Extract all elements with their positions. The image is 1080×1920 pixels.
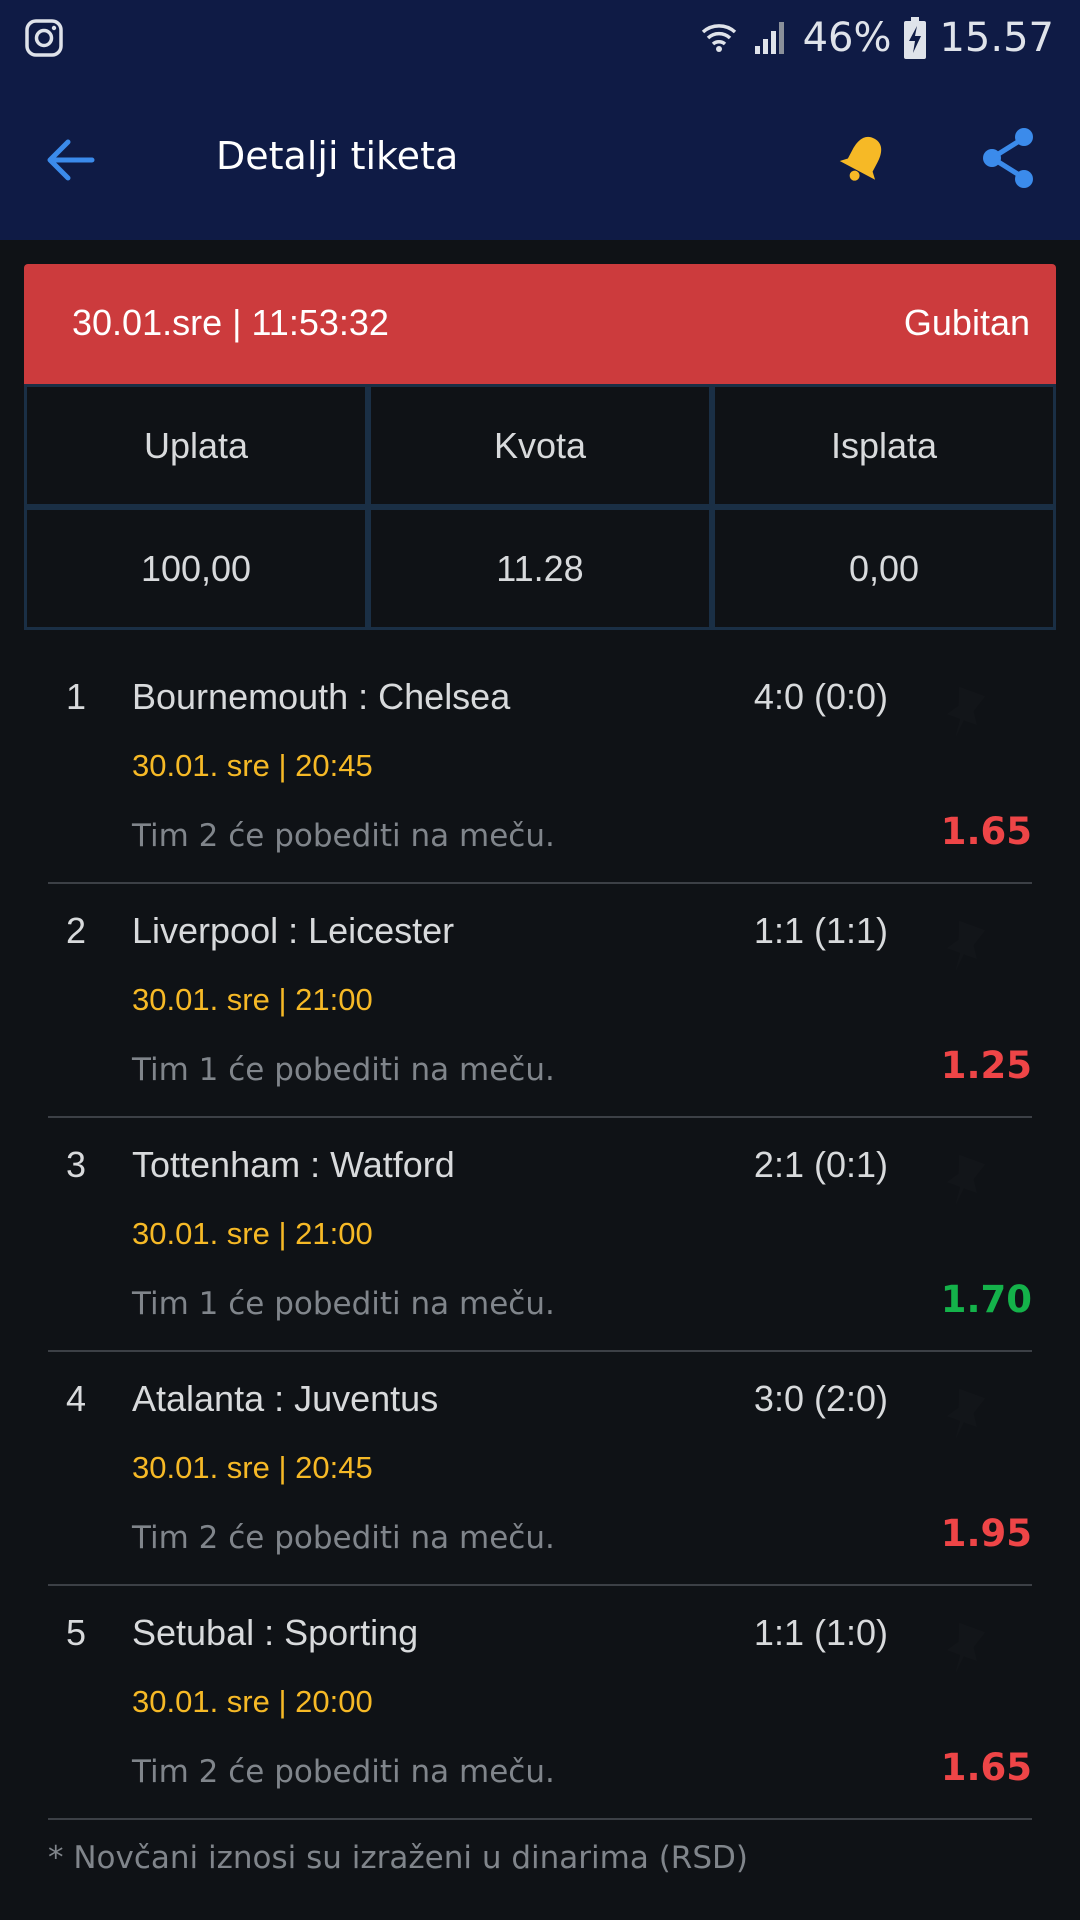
match-time: 30.01. sre | 21:00 [132,982,373,1017]
ticket-status: Gubitan [903,302,1030,343]
pin-icon [946,1388,986,1441]
match-row[interactable]: 3 Tottenham : Watford 2:1 (0:1) 30.01. s… [0,1118,1080,1352]
page-title: Detalji tiketa [216,134,459,178]
match-odd: 1.65 [940,810,1032,853]
match-number: 3 [66,1144,87,1185]
header-uplata: Uplata [27,387,365,504]
match-row[interactable]: 2 Liverpool : Leicester 1:1 (1:1) 30.01.… [0,884,1080,1118]
wifi-icon [701,24,736,52]
match-row[interactable]: 5 Setubal : Sporting 1:1 (1:0) 30.01. sr… [0,1586,1080,1820]
signal-icon [754,22,784,54]
match-teams: Liverpool : Leicester [132,910,455,951]
match-tip: Tim 2 će pobediti na meču. [132,1520,555,1556]
match-score: 1:1 (1:1) [753,910,888,951]
match-time: 30.01. sre | 20:45 [132,748,373,783]
pin-icon [946,1154,986,1207]
pin-icon [946,686,986,739]
match-odd: 1.95 [940,1512,1032,1555]
value-isplata: 0,00 [715,510,1053,627]
match-odd: 1.25 [940,1044,1032,1087]
match-number: 1 [66,676,87,717]
clock: 15.57 [939,15,1054,61]
pin-icon [946,1622,986,1675]
back-arrow-icon[interactable] [40,130,100,190]
match-score: 2:1 (0:1) [753,1144,888,1185]
divider [48,1818,1032,1820]
pin-icon [946,920,986,973]
bell-icon[interactable] [838,128,890,188]
match-teams: Setubal : Sporting [132,1612,419,1653]
battery-percent: 46% [802,15,892,61]
match-row[interactable]: 4 Atalanta : Juventus 3:0 (2:0) 30.01. s… [0,1352,1080,1586]
match-score: 4:0 (0:0) [753,676,888,717]
instagram-icon [25,19,63,57]
match-tip: Tim 2 će pobediti na meču. [132,1754,555,1790]
battery-charging-icon [904,17,927,59]
match-tip: Tim 1 će pobediti na meču. [132,1286,555,1322]
match-tip: Tim 1 će pobediti na meču. [132,1052,555,1088]
match-list: 1 Bournemouth : Chelsea 4:0 (0:0) 30.01.… [0,650,1080,1820]
match-teams: Tottenham : Watford [132,1144,455,1185]
header-kvota: Kvota [371,387,709,504]
match-row[interactable]: 1 Bournemouth : Chelsea 4:0 (0:0) 30.01.… [0,650,1080,884]
match-odd: 1.65 [940,1746,1032,1789]
match-time: 30.01. sre | 20:45 [132,1450,373,1485]
match-teams: Bournemouth : Chelsea [132,676,511,717]
ticket-summary-table: Uplata Kvota Isplata 100,00 11.28 0,00 [24,384,1056,630]
value-kvota: 11.28 [371,510,709,627]
match-number: 5 [66,1612,87,1653]
header-isplata: Isplata [715,387,1053,504]
match-tip: Tim 2 će pobediti na meču. [132,818,555,854]
app-bar: Detalji tiketa [0,76,1080,240]
match-time: 30.01. sre | 21:00 [132,1216,373,1251]
status-bar: 46% 15.57 [0,0,1080,76]
share-icon[interactable] [978,124,1038,192]
value-uplata: 100,00 [27,510,365,627]
match-odd: 1.70 [940,1278,1032,1321]
match-time: 30.01. sre | 20:00 [132,1684,373,1719]
match-number: 4 [66,1378,87,1419]
ticket-datetime: 30.01.sre | 11:53:32 [72,302,389,343]
ticket-header: 30.01.sre | 11:53:32 Gubitan [24,264,1056,384]
match-score: 1:1 (1:0) [753,1612,888,1653]
match-number: 2 [66,910,87,951]
currency-note: * Novčani iznosi su izraženi u dinarima … [48,1840,748,1876]
match-teams: Atalanta : Juventus [132,1378,439,1419]
match-score: 3:0 (2:0) [753,1378,888,1419]
